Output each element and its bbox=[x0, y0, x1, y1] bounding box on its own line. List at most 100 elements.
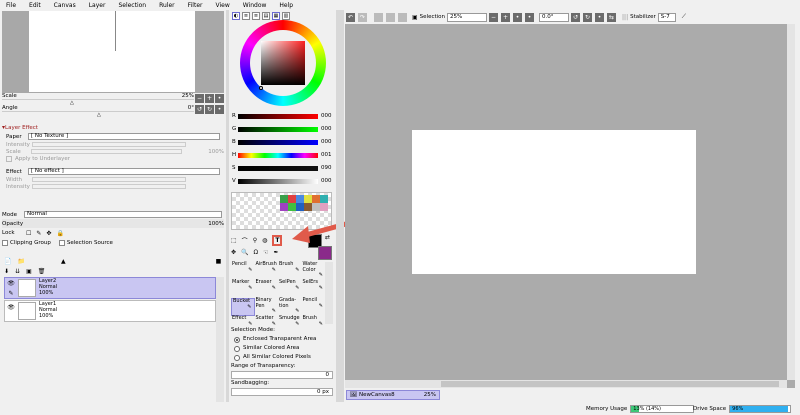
r-slider[interactable] bbox=[238, 114, 318, 119]
delete-layer-icon[interactable]: 🗑 bbox=[38, 268, 46, 275]
s-value[interactable]: 090 bbox=[321, 165, 332, 171]
color-wheel[interactable] bbox=[240, 20, 326, 106]
radio-all-similar[interactable] bbox=[234, 354, 240, 361]
selection-source-checkbox[interactable] bbox=[58, 239, 65, 246]
slider-h[interactable]: H 001 bbox=[232, 152, 333, 165]
magic-wand-icon[interactable]: ⚲ bbox=[253, 237, 257, 244]
panel-divider[interactable] bbox=[226, 10, 229, 402]
pen-icon[interactable]: ✎ bbox=[8, 290, 13, 297]
lasso-icon[interactable]: ⌒ bbox=[242, 236, 248, 245]
tool-selers-button[interactable]: SelErs ✎ bbox=[302, 279, 326, 298]
tool-binary-pen-button[interactable]: Binary Pen ✎ bbox=[255, 297, 279, 316]
slider-r[interactable]: R 000 bbox=[232, 113, 333, 126]
menu-window[interactable]: Window bbox=[243, 2, 267, 9]
mixer-mode-icon[interactable]: ▦ bbox=[272, 12, 280, 20]
canvas-document[interactable] bbox=[412, 130, 696, 274]
show-select-icon[interactable] bbox=[398, 12, 407, 22]
menu-layer[interactable]: Layer bbox=[89, 2, 106, 9]
saturation-value-square[interactable] bbox=[261, 41, 305, 85]
swatch-cell[interactable] bbox=[280, 203, 288, 211]
zoom-select[interactable]: 25% bbox=[447, 12, 488, 22]
toolbar-zoom-out-button[interactable]: − bbox=[489, 12, 499, 22]
color-wheel-mode-icon[interactable]: ◐ bbox=[232, 12, 240, 20]
text-tool-icon[interactable]: T bbox=[272, 234, 283, 246]
new-folder-icon[interactable]: 📁 bbox=[17, 258, 24, 265]
tool-selpen-button[interactable]: SelPen ✎ bbox=[278, 279, 302, 298]
canvas-tab[interactable]: 🖼 NewCanvas8 25% bbox=[346, 390, 440, 400]
menu-canvas[interactable]: Canvas bbox=[54, 2, 76, 9]
effect-select[interactable]: [ No effect ] bbox=[28, 168, 220, 175]
g-value[interactable]: 000 bbox=[321, 126, 332, 132]
scale-slider[interactable]: △ bbox=[2, 100, 194, 106]
g-slider[interactable] bbox=[238, 127, 318, 132]
tools-scrollbar[interactable] bbox=[325, 262, 333, 324]
invert-select-icon[interactable] bbox=[386, 12, 395, 22]
zoom-out-button[interactable]: − bbox=[195, 94, 204, 103]
range-input[interactable]: 0 bbox=[231, 371, 333, 379]
eye-icon[interactable]: 👁 bbox=[7, 304, 15, 311]
toolbar-rotate-left-button[interactable]: ↺ bbox=[571, 12, 581, 22]
rotate-tool-icon[interactable]: Ω bbox=[254, 249, 259, 256]
flip-horizontal-button[interactable]: ⇆ bbox=[607, 12, 617, 22]
slider-s[interactable]: S 090 bbox=[232, 165, 333, 178]
clear-layer-icon[interactable]: ▣ bbox=[26, 268, 32, 275]
slider-b[interactable]: B 000 bbox=[232, 139, 333, 152]
radio-enclosed[interactable] bbox=[234, 336, 240, 343]
layer-list-scrollbar[interactable] bbox=[216, 277, 224, 402]
menu-ruler[interactable]: Ruler bbox=[159, 2, 175, 9]
rgb-slider-mode-icon[interactable]: ≡ bbox=[242, 12, 250, 20]
canvas-vscrollbar[interactable] bbox=[787, 24, 795, 380]
tool-marker-button[interactable]: Marker ✎ bbox=[231, 279, 255, 298]
color-picker-handle[interactable] bbox=[259, 86, 263, 90]
move-tool-icon[interactable]: ✥ bbox=[231, 249, 236, 256]
redo-icon[interactable]: ↷ bbox=[358, 12, 367, 22]
hsv-slider-mode-icon[interactable]: ≡ bbox=[252, 12, 260, 20]
menu-view[interactable]: View bbox=[215, 2, 229, 9]
palette-mode-icon[interactable]: ▥ bbox=[282, 12, 290, 20]
rotate-reset-button[interactable]: • bbox=[215, 105, 224, 114]
merge-icon[interactable]: ⇊ bbox=[15, 268, 20, 275]
tool-pencil-button[interactable]: Pencil ✎ bbox=[231, 261, 255, 280]
v-slider[interactable] bbox=[238, 179, 318, 184]
r-value[interactable]: 000 bbox=[321, 113, 332, 119]
select-pen-icon[interactable]: ◍ bbox=[262, 237, 267, 244]
pen-pressure-icon[interactable]: ⟋ bbox=[682, 13, 686, 21]
rotate-right-button[interactable]: ↻ bbox=[205, 105, 214, 114]
canvas-hscrollbar[interactable] bbox=[345, 380, 787, 388]
toolbar-zoom-in-button[interactable]: + bbox=[501, 12, 511, 22]
selection-visibility-icon[interactable]: ▣ bbox=[412, 14, 418, 21]
merge-down-icon[interactable]: ⬇ bbox=[4, 268, 9, 275]
radio-similar[interactable] bbox=[234, 345, 240, 352]
angle-slider[interactable]: △ bbox=[2, 112, 194, 118]
tool-brush-button[interactable]: Brush ✎ bbox=[278, 261, 302, 280]
tool-bucket-button[interactable]: Bucket ✎ bbox=[231, 298, 255, 316]
zoom-in-button[interactable]: + bbox=[205, 94, 214, 103]
tool-eraser-button[interactable]: Eraser ✎ bbox=[255, 279, 279, 298]
layer-row-layer1[interactable]: 👁 Layer1 Normal 100% bbox=[4, 300, 216, 322]
zoom-reset-button[interactable]: • bbox=[215, 94, 224, 103]
menu-filter[interactable]: Filter bbox=[188, 2, 203, 9]
v-value[interactable]: 000 bbox=[321, 178, 332, 184]
new-layer-icon[interactable]: 📄 bbox=[4, 258, 11, 265]
tool-airbrush-button[interactable]: AirBrush ✎ bbox=[255, 261, 279, 280]
s-slider[interactable] bbox=[238, 166, 318, 171]
hand-tool-icon[interactable]: ☜ bbox=[263, 249, 268, 256]
panel-menu-icon[interactable]: ■ bbox=[216, 258, 222, 265]
swatch-cell[interactable] bbox=[280, 195, 288, 203]
rotate-left-button[interactable]: ↺ bbox=[195, 105, 204, 114]
toolbar-zoom-actual-button[interactable]: • bbox=[525, 12, 535, 22]
h-slider[interactable] bbox=[238, 153, 318, 158]
b-value[interactable]: 000 bbox=[321, 139, 332, 145]
blend-mode-select[interactable]: Normal bbox=[24, 211, 222, 218]
angle-select[interactable]: 0.0° bbox=[539, 12, 570, 22]
sandbagging-input[interactable]: 0 px bbox=[231, 388, 333, 396]
eye-icon[interactable]: 👁 bbox=[7, 280, 15, 287]
lock-move-icon[interactable]: ✥ bbox=[46, 230, 51, 237]
lock-transparency-icon[interactable]: ☐ bbox=[26, 230, 31, 237]
menu-edit[interactable]: Edit bbox=[29, 2, 41, 9]
tool-water-color-button[interactable]: Water Color ✎ bbox=[302, 261, 326, 280]
rect-select-icon[interactable]: ⬚ bbox=[231, 237, 237, 244]
layer-mask-icon[interactable]: ▲ bbox=[61, 258, 66, 265]
undo-icon[interactable]: ↶ bbox=[346, 12, 355, 22]
paper-select[interactable]: [ No Texture ] bbox=[28, 133, 220, 140]
